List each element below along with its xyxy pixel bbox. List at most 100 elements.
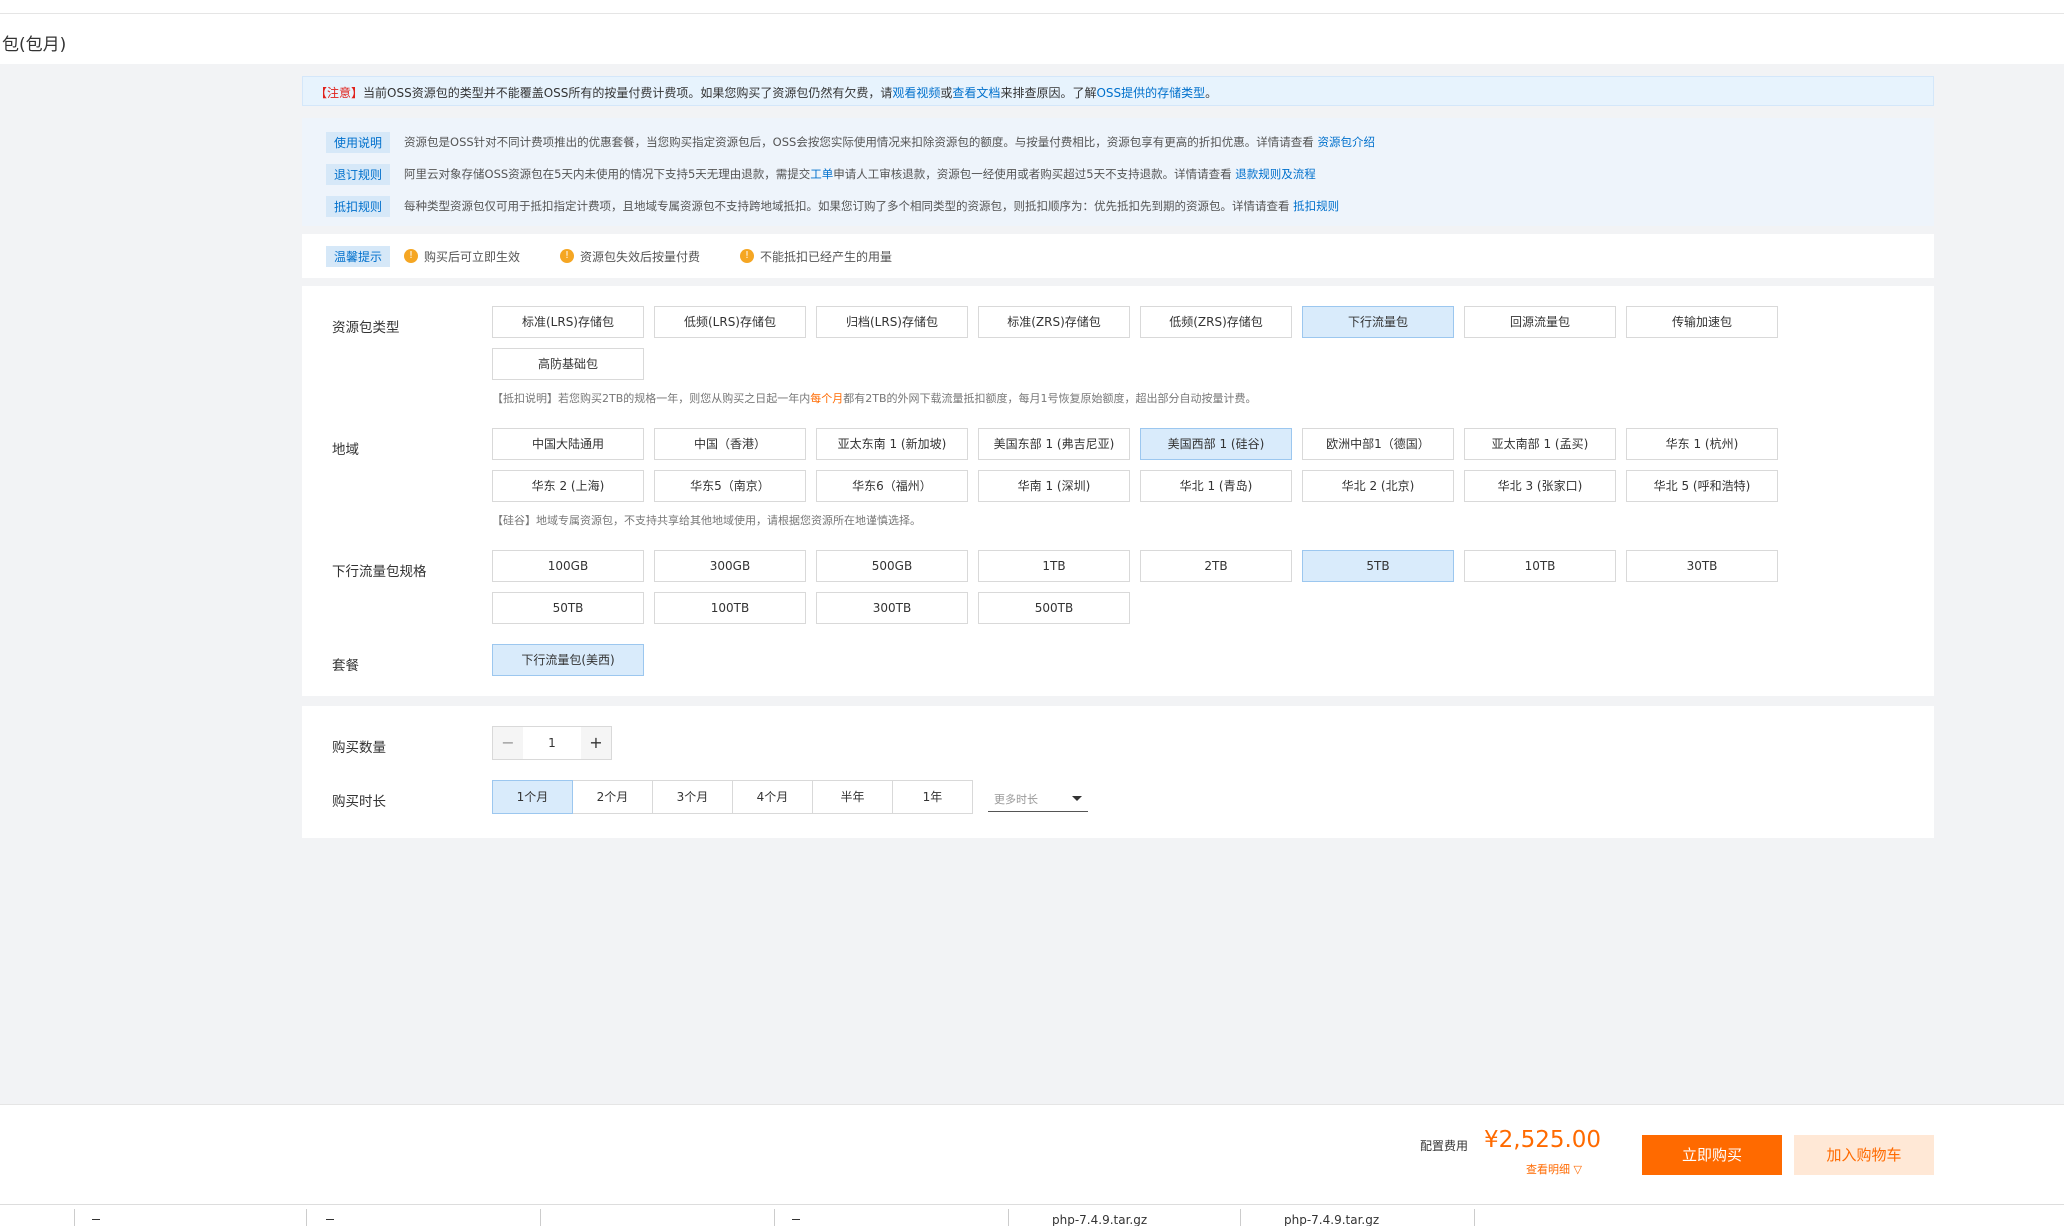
package-intro-link[interactable]: 资源包介绍 [1317, 135, 1375, 149]
region-option[interactable]: 亚太东南 1 (新加坡) [816, 428, 968, 460]
region-option[interactable]: 华北 5 (呼和浩特) [1626, 470, 1778, 502]
package-type-option[interactable]: 标准(LRS)存储包 [492, 306, 644, 338]
region-option[interactable]: 美国东部 1 (弗吉尼亚) [978, 428, 1130, 460]
package-type-option[interactable]: 低频(ZRS)存储包 [1140, 306, 1292, 338]
more-duration-select[interactable]: 更多时长 [988, 786, 1088, 812]
duration-option[interactable]: 3个月 [652, 780, 733, 814]
download-item[interactable]: php-7.4.9.tar.gz [1284, 1213, 1379, 1226]
tip-item: ! 不能抵扣已经产生的用量 [740, 248, 892, 265]
package-type-option[interactable]: 回源流量包 [1464, 306, 1616, 338]
plan-label: 套餐 [332, 658, 359, 674]
quantity-input[interactable]: 1 [523, 727, 581, 759]
region-option[interactable]: 中国（香港） [654, 428, 806, 460]
region-option[interactable]: 华东6（福州） [816, 470, 968, 502]
deduction-tag: 抵扣规则 [326, 195, 391, 217]
divider [74, 1209, 75, 1226]
refund-rules-link[interactable]: 退款规则及流程 [1235, 167, 1316, 181]
duration-option[interactable]: 2个月 [572, 780, 653, 814]
info-text: 资源包是OSS针对不同计费项推出的优惠套餐，当您购买指定资源包后，OSS会按您实… [404, 135, 1318, 149]
download-item[interactable]: php-7.4.9.tar.gz [1052, 1213, 1147, 1226]
divider [540, 1209, 541, 1226]
spec-option[interactable]: 2TB [1140, 550, 1292, 582]
package-type-option[interactable]: 下行流量包 [1302, 306, 1454, 338]
quantity-label: 购买数量 [332, 740, 386, 756]
add-to-cart-button[interactable]: 加入购物车 [1794, 1135, 1934, 1175]
quantity-stepper: − 1 + [492, 726, 612, 760]
duration-option[interactable]: 半年 [812, 780, 893, 814]
deduction-rules-link[interactable]: 抵扣规则 [1293, 199, 1339, 213]
hint-text: 【抵扣说明】若您购买2TB的规格一年，则您从购买之日起一年内 [492, 392, 811, 405]
info-row-refund: 退订规则 阿里云对象存储OSS资源包在5天内未使用的情况下支持5天无理由退款，需… [326, 158, 1910, 190]
spec-option[interactable]: 100TB [654, 592, 806, 624]
spec-option[interactable]: 500GB [816, 550, 968, 582]
tip-text: 购买后可立即生效 [424, 249, 521, 264]
package-type-option[interactable]: 高防基础包 [492, 348, 644, 380]
purchase-panel: 购买数量 − 1 + 购买时长 1个月 2个月 3个月 4个月 半年 1年 更多… [302, 706, 1934, 838]
file-icon [92, 1219, 100, 1220]
package-type-option[interactable]: 标准(ZRS)存储包 [978, 306, 1130, 338]
warning-icon: ! [404, 249, 419, 263]
info-row-usage: 使用说明 资源包是OSS针对不同计费项推出的优惠套餐，当您购买指定资源包后，OS… [326, 126, 1910, 158]
duration-option[interactable]: 1个月 [492, 780, 573, 814]
spec-option[interactable]: 300TB [816, 592, 968, 624]
warning-icon: ! [740, 249, 755, 263]
ticket-link[interactable]: 工单 [810, 167, 833, 181]
hint-text: 都有2TB的外网下载流量抵扣额度，每月1号恢复原始额度，超出部分自动按量计费。 [843, 392, 1257, 405]
notice-text: 或 [940, 86, 953, 100]
duration-option[interactable]: 1年 [892, 780, 973, 814]
page-header: 包(包月) [0, 0, 2064, 64]
duration-options: 1个月 2个月 3个月 4个月 半年 1年 [492, 780, 973, 814]
buy-now-button[interactable]: 立即购买 [1642, 1135, 1782, 1175]
info-panel: 使用说明 资源包是OSS针对不同计费项推出的优惠套餐，当您购买指定资源包后，OS… [302, 118, 1934, 226]
region-option[interactable]: 华东5（南京） [654, 470, 806, 502]
spec-option[interactable]: 10TB [1464, 550, 1616, 582]
spec-options: 100GB 300GB 500GB 1TB 2TB 5TB 10TB 30TB 50TB 100T… [492, 550, 1792, 634]
plan-option[interactable]: 下行流量包(美西) [492, 644, 644, 676]
duration-option[interactable]: 4个月 [732, 780, 813, 814]
info-text: 阿里云对象存储OSS资源包在5天内未使用的情况下支持5天无理由退款，需提交 [404, 167, 811, 181]
tip-text: 不能抵扣已经产生的用量 [760, 249, 893, 264]
region-option[interactable]: 华北 2 (北京) [1302, 470, 1454, 502]
spec-option[interactable]: 30TB [1626, 550, 1778, 582]
view-doc-link[interactable]: 查看文档 [952, 86, 1000, 100]
plan-options: 下行流量包(美西) [492, 644, 1792, 686]
increment-button[interactable]: + [581, 727, 611, 759]
spec-option[interactable]: 300GB [654, 550, 806, 582]
config-panel: 资源包类型 标准(LRS)存储包 低频(LRS)存储包 归档(LRS)存储包 标准(Z… [302, 286, 1934, 696]
region-option[interactable]: 中国大陆通用 [492, 428, 644, 460]
spec-option[interactable]: 1TB [978, 550, 1130, 582]
region-option[interactable]: 华南 1 (深圳) [978, 470, 1130, 502]
package-type-option[interactable]: 低频(LRS)存储包 [654, 306, 806, 338]
region-option[interactable]: 华东 2 (上海) [492, 470, 644, 502]
spec-option[interactable]: 100GB [492, 550, 644, 582]
divider [774, 1209, 775, 1226]
refund-tag: 退订规则 [326, 163, 391, 185]
region-option[interactable]: 美国西部 1 (硅谷) [1140, 428, 1292, 460]
divider [0, 13, 2064, 14]
download-bar: php-7.4.9.tar.gz php-7.4.9.tar.gz [0, 1204, 2064, 1226]
file-icon [326, 1219, 334, 1220]
notice-text: 。 [1205, 86, 1218, 100]
divider [1474, 1209, 1475, 1226]
region-option[interactable]: 华北 3 (张家口) [1464, 470, 1616, 502]
decrement-button[interactable]: − [493, 727, 523, 759]
more-duration-placeholder: 更多时长 [994, 793, 1038, 806]
page-title: 包(包月) [2, 35, 67, 55]
package-type-option[interactable]: 归档(LRS)存储包 [816, 306, 968, 338]
chevron-down-icon [1072, 796, 1082, 801]
region-option[interactable]: 亚太南部 1 (孟买) [1464, 428, 1616, 460]
region-option[interactable]: 华北 1 (青岛) [1140, 470, 1292, 502]
region-label: 地域 [332, 442, 359, 458]
storage-types-link[interactable]: OSS提供的存储类型 [1096, 86, 1205, 100]
spec-label: 下行流量包规格 [332, 564, 427, 580]
region-option[interactable]: 欧洲中部1（德国） [1302, 428, 1454, 460]
region-option[interactable]: 华东 1 (杭州) [1626, 428, 1778, 460]
spec-option[interactable]: 50TB [492, 592, 644, 624]
view-detail-link[interactable]: 查看明细 ▽ [1526, 1161, 1582, 1177]
package-type-option[interactable]: 传输加速包 [1626, 306, 1778, 338]
watch-video-link[interactable]: 观看视频 [892, 86, 940, 100]
fee-label: 配置费用 [1420, 1139, 1469, 1153]
spec-option[interactable]: 500TB [978, 592, 1130, 624]
tip-item: ! 购买后可立即生效 [404, 248, 520, 265]
spec-option[interactable]: 5TB [1302, 550, 1454, 582]
